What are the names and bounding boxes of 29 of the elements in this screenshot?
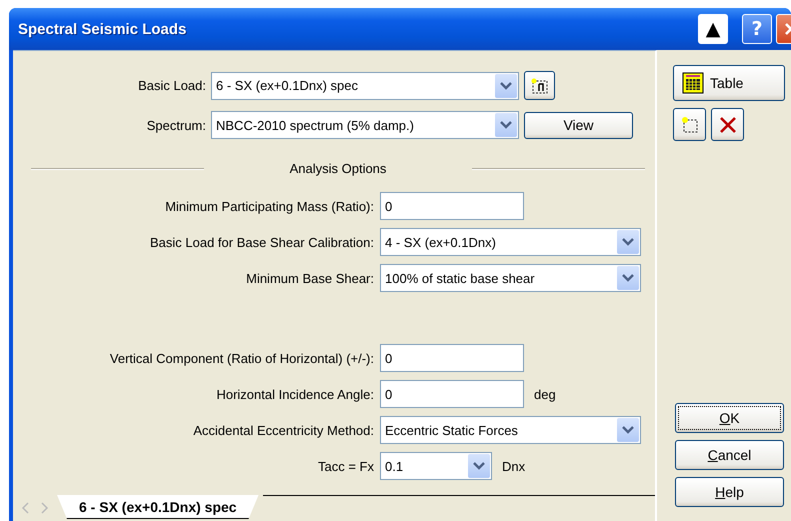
window-title: Spectral Seismic Loads <box>18 20 188 38</box>
dropdown[interactable]: Eccentric Static Forces <box>380 416 641 444</box>
field-label: Accidental Eccentricity Method: <box>192 422 374 438</box>
unit-label: deg <box>534 386 556 402</box>
field-label: Basic Load: <box>137 78 206 93</box>
unit-label: Dnx <box>502 458 526 474</box>
section-title: Analysis Options <box>290 161 386 176</box>
tab[interactable]: 6 - SX (ex+0.1Dnx) spec <box>57 495 259 519</box>
dialog-button[interactable]: Help <box>675 477 784 507</box>
field-label: Spectrum: <box>146 118 206 132</box>
dropdown[interactable]: 4 - SX (ex+0.1Dnx) <box>380 228 641 256</box>
field-label: Basic Load for Base Shear Calibration: <box>148 234 374 250</box>
dropdown[interactable]: NBCC-2010 spectrum (5% damp.) <box>211 111 519 139</box>
input-field[interactable]: 0 <box>380 344 524 372</box>
dialog-button[interactable]: Cancel <box>675 440 784 470</box>
field-label: Vertical Component (Ratio of Horizontal) (+/-): <box>108 350 374 366</box>
input-field[interactable]: 0 <box>380 192 524 220</box>
rollup-button[interactable]: ▲ <box>698 14 728 44</box>
table-button[interactable]: Table <box>673 65 785 101</box>
view-button[interactable]: View <box>524 112 633 138</box>
field-label: Minimum Participating Mass (Ratio): <box>164 198 374 214</box>
input-field[interactable]: 0 <box>380 380 524 408</box>
dropdown[interactable]: 6 - SX (ex+0.1Dnx) spec <box>211 72 519 100</box>
dropdown[interactable]: 100% of static base shear <box>380 264 641 292</box>
field-label: Minimum Base Shear: <box>245 270 374 286</box>
dialog-button[interactable]: OK <box>675 403 784 433</box>
field-label: Tacc = Fx <box>317 458 374 474</box>
field-label: Horizontal Incidence Angle: <box>215 386 374 402</box>
dropdown[interactable]: 0.1 <box>380 452 492 480</box>
